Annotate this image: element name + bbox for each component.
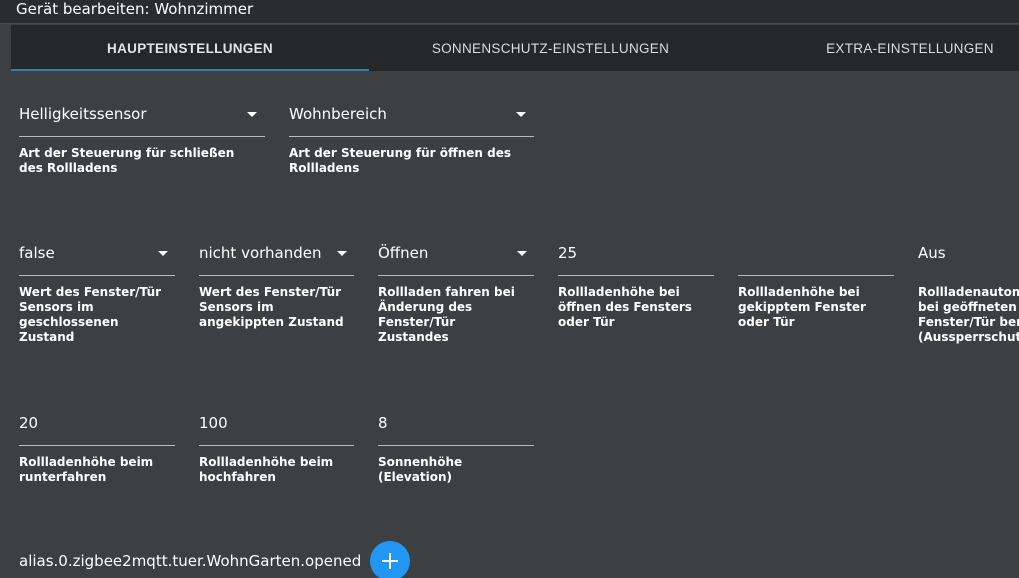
open-control-hint: Art der Steuerung für öffnen des Rolllad…: [289, 146, 512, 175]
down-height-hint: Rollladenhöhe beim runterfahren: [19, 455, 154, 484]
tab-bar: HAUPTEINSTELLUNGEN SONNENSCHUTZ-EINSTELL…: [11, 25, 1019, 71]
up-height-hint: Rollladenhöhe beim hochfahren: [199, 455, 334, 484]
tilted-state-hint: Wert des Fenster/Tür Sensors im angekipp…: [199, 285, 344, 329]
tab-extra-einstellungen[interactable]: EXTRA-EINSTELLUNGEN: [732, 25, 1019, 71]
sun-elevation-value: 8: [378, 414, 388, 432]
down-height-value: 20: [19, 414, 39, 432]
lockout-protection-value: Aus: [918, 244, 946, 262]
up-height-underline: [199, 445, 354, 446]
up-height-value: 100: [199, 414, 228, 432]
window-change-action-underline: [378, 275, 534, 276]
close-control-underline: [19, 136, 265, 137]
tilted-state-underline: [199, 275, 354, 276]
open-window-height-hint: Rollladenhöhe bei öffnen des Fensters od…: [558, 285, 692, 329]
lockout-protection-hint: Rollladenautomatik bei geöffneten Fenste…: [918, 285, 1019, 344]
open-control-underline: [289, 136, 534, 137]
active-tab-indicator: [11, 69, 369, 71]
open-window-height-value: 25: [558, 244, 578, 262]
down-height-underline: [19, 445, 175, 446]
sun-elevation-hint: Sonnenhöhe (Elevation): [378, 455, 463, 484]
tab-sonnenschutz-einstellungen[interactable]: SONNENSCHUTZ-EINSTELLUNGEN: [369, 25, 732, 71]
tilted-window-height-hint: Rollladenhöhe bei gekipptem Fenster oder…: [738, 285, 866, 329]
dialog-title: Gerät bearbeiten: Wohnzimmer: [16, 0, 254, 18]
sun-elevation-underline: [378, 445, 534, 446]
dialog-titlebar: Gerät bearbeiten: Wohnzimmer: [0, 0, 1019, 24]
open-window-height-underline: [558, 275, 714, 276]
add-sensor-button[interactable]: [370, 541, 410, 578]
chevron-down-icon: [247, 112, 257, 117]
chevron-down-icon: [158, 251, 168, 256]
tilted-window-height-underline: [738, 275, 894, 276]
closed-state-hint: Wert des Fenster/Tür Sensors im geschlos…: [19, 285, 162, 344]
tab-haupteinstellungen[interactable]: HAUPTEINSTELLUNGEN: [11, 25, 369, 71]
dialog-root: Gerät bearbeiten: Wohnzimmer HAUPTEINSTE…: [0, 0, 1019, 578]
closed-state-underline: [19, 275, 175, 276]
window-sensor-path: alias.0.zigbee2mqtt.tuer.WohnGarten.open…: [19, 552, 362, 570]
chevron-down-icon: [337, 251, 347, 256]
close-control-value: Helligkeitssensor: [19, 105, 147, 123]
open-control-value: Wohnbereich: [289, 105, 387, 123]
closed-state-value: false: [19, 244, 55, 262]
plus-icon-vertical: [389, 553, 391, 569]
close-control-hint: Art der Steuerung für schließen des Roll…: [19, 146, 235, 175]
tilted-state-value: nicht vorhanden: [199, 244, 322, 262]
lockout-protection-select[interactable]: Aus Rollladenautomatik bei geöffneten Fe…: [918, 238, 1019, 348]
window-change-action-value: Öffnen: [378, 244, 429, 262]
window-change-action-hint: Rollladen fahren bei Änderung des Fenste…: [378, 285, 515, 344]
chevron-down-icon: [516, 112, 526, 117]
chevron-down-icon: [517, 251, 527, 256]
